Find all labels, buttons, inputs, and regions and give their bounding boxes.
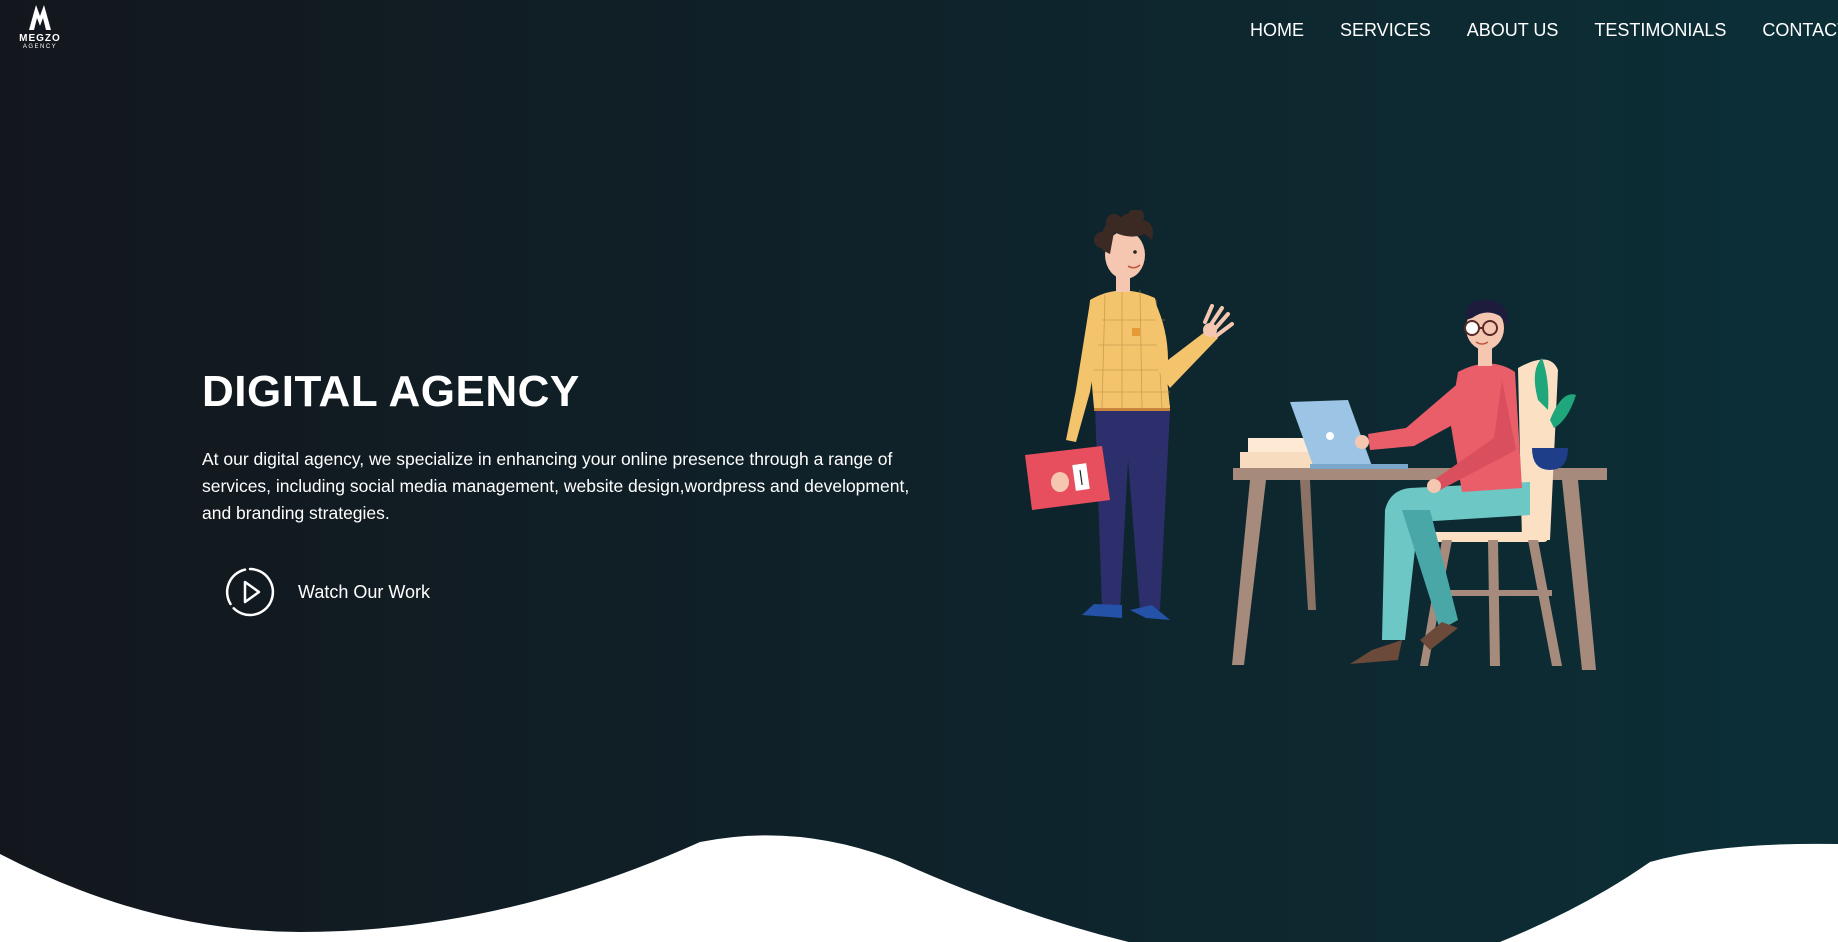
brand-tagline: AGENCY <box>22 44 58 50</box>
watch-our-work-button[interactable]: Watch Our Work <box>224 566 430 618</box>
nav-item-testimonials[interactable]: TESTIMONIALS <box>1594 19 1726 41</box>
nav-item-services[interactable]: SERVICES <box>1340 19 1431 41</box>
main-nav: HOME SERVICES ABOUT US TESTIMONIALS CONT… <box>1250 19 1838 41</box>
play-circle-icon[interactable] <box>224 566 276 618</box>
nav-item-contact[interactable]: CONTACT <box>1762 19 1838 41</box>
hero-title: DIGITAL AGENCY <box>202 367 580 416</box>
megzo-logo-icon <box>29 5 51 30</box>
hero-section: MEGZO AGENCY HOME SERVICES ABOUT US TEST… <box>0 0 1838 942</box>
brand-name: MEGZO <box>19 33 61 44</box>
seated-man-figure <box>1350 299 1530 664</box>
bottom-wave-divider <box>0 835 1838 942</box>
watch-our-work-label: Watch Our Work <box>298 581 431 602</box>
nav-item-home[interactable]: HOME <box>1250 19 1304 41</box>
hero-description: At our digital agency, we specialize in … <box>202 449 910 523</box>
standing-man-figure <box>1025 210 1234 620</box>
office-illustration <box>1025 210 1607 670</box>
nav-item-about-us[interactable]: ABOUT US <box>1467 19 1559 41</box>
brand-logo[interactable]: MEGZO AGENCY <box>14 2 66 62</box>
